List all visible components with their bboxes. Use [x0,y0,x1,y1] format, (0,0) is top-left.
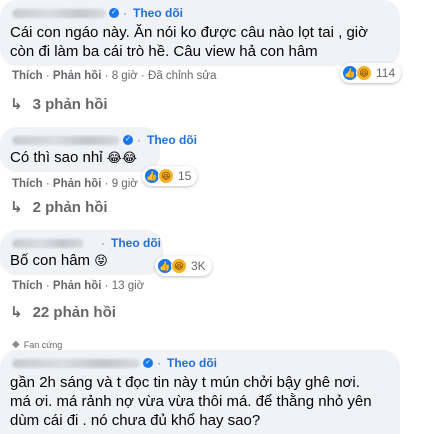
follow-button[interactable]: Theo dõi [111,236,161,250]
verified-icon: ✓ [143,358,153,368]
replies-count: 2 phản hồi [32,198,108,216]
verified-icon: ✓ [123,135,133,145]
view-replies-button[interactable]: ↳ 2 phản hồi [10,198,108,217]
replies-count: 22 phản hồi [32,303,116,321]
replies-count: 3 phản hồi [32,95,108,113]
comment-bubble: ✓ · Theo dõi gần 2h sáng và t đọc tin nà… [0,350,400,434]
timestamp[interactable]: 9 giờ [112,178,138,190]
comment-text-line: Có thì sao nhỉ 😂😂 [10,148,137,168]
separator-dot: · [157,356,161,370]
separator-dot: · [101,236,105,250]
comment-actions: Thích · Phản hồi · 13 giờ [12,280,145,292]
view-replies-button[interactable]: ↳ 22 phản hồi [10,303,116,322]
like-link[interactable]: Thích [12,280,43,292]
reply-link[interactable]: Phản hồi [53,280,102,292]
comment-header: ✓ · Theo dõi [12,355,217,371]
reaction-count: 3K [191,259,206,273]
reply-link[interactable]: Phản hồi [53,70,102,82]
fan-badge: ◆ Fan cứng [12,339,62,350]
comment-text-line: Bố con hâm 😝 [10,251,108,271]
reply-arrow-icon: ↳ [10,199,23,216]
author-name-blurred[interactable] [12,8,106,18]
comment-header: ✓ · Theo dõi [12,235,161,251]
timestamp[interactable]: 8 giờ [112,70,138,82]
comment-bubble: ✓ · Theo dõi Có thì sao nhỉ 😂😂 [0,127,197,172]
comment-actions: Thích · Phản hồi · 9 giờ [12,178,138,190]
author-name-blurred[interactable] [12,358,140,368]
separator-dot: · [123,6,127,20]
haha-icon: 😆 [158,168,174,184]
grinning-emoji-icon: 😝 [94,253,108,268]
edited-label: Đã chỉnh sửa [148,70,217,82]
follow-button[interactable]: Theo dõi [167,356,217,370]
comment-bubble: ✓ · Theo dõi Cái con ngáo này. Ăn nói ko… [0,0,400,66]
reply-link[interactable]: Phản hồi [53,178,102,190]
comment-text-line: gần 2h sáng và t đọc tin này t mún chởi … [10,374,360,391]
laughing-emoji-icon: 😂😂 [106,150,138,165]
reaction-summary[interactable]: 👍 😆 15 [142,166,198,186]
verified-icon: ✓ [109,8,119,18]
diamond-icon: ◆ [12,339,20,350]
reply-arrow-icon: ↳ [10,96,23,113]
reaction-count: 114 [376,66,396,80]
comment-bubble: ✓ · Theo dõi Bố con hâm 😝 [0,230,163,275]
comment-text-line: còn đi làm ba cái trò hề. Câu view hả co… [10,43,318,60]
haha-icon: 😆 [171,258,187,274]
comment-text: Có thì sao nhỉ [10,149,103,166]
reaction-summary[interactable]: 👍 😆 114 [340,63,402,83]
comment-text-line: dùm cái đi . nó chưa đủ khổ hay sao? [10,412,261,429]
follow-button[interactable]: Theo dõi [133,6,183,20]
comment-header: ✓ · Theo dõi [12,5,183,21]
comment-text-line: Cái con ngáo này. Ăn nói ko được câu nào… [10,24,368,41]
comment-actions: Thích · Phản hồi · 8 giờ · Đã chỉnh sửa [12,70,217,82]
timestamp[interactable]: 13 giờ [112,280,144,292]
reaction-count: 15 [178,169,192,183]
separator-dot: · [137,133,141,147]
follow-button[interactable]: Theo dõi [147,133,197,147]
like-link[interactable]: Thích [12,70,43,82]
view-replies-button[interactable]: ↳ 3 phản hồi [10,95,108,114]
reaction-summary[interactable]: 👍 😆 3K [155,256,212,276]
haha-icon: 😆 [356,65,372,81]
author-name-blurred[interactable] [12,135,120,145]
like-link[interactable]: Thích [12,178,43,190]
comment-text: Bố con hâm [10,252,91,269]
comment-header: ✓ · Theo dõi [12,132,197,148]
author-name-blurred[interactable] [12,238,84,248]
reply-arrow-icon: ↳ [10,304,23,321]
fan-badge-label: Fan cứng [23,339,63,350]
comment-text-line: má ơi. má rảnh nợ vừa vừa thôi má. để th… [10,393,372,410]
